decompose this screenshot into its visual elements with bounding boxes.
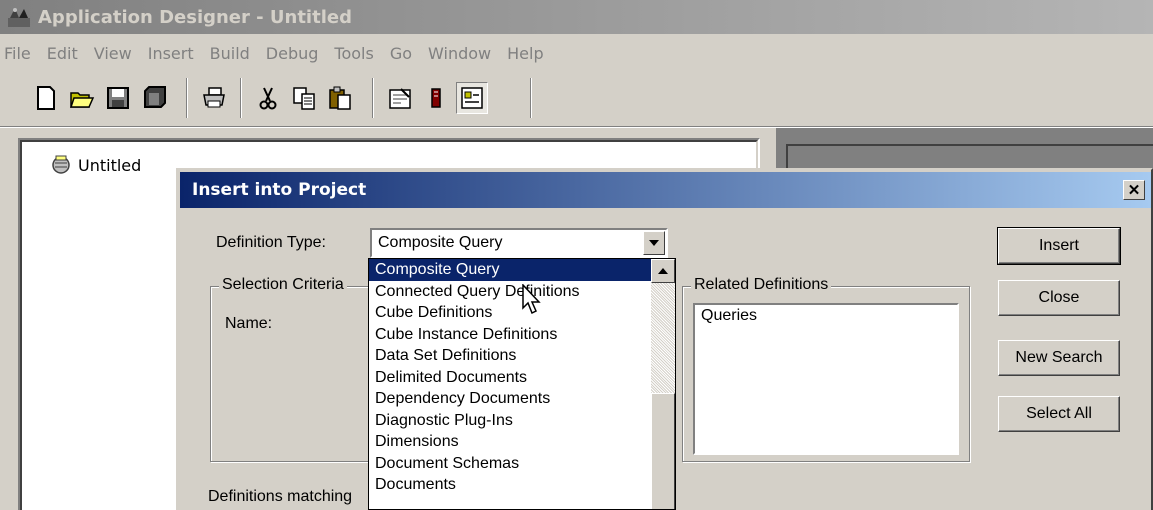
select-all-button[interactable]: Select All xyxy=(998,396,1120,432)
dialog-title-bar[interactable]: Insert into Project ✕ xyxy=(180,172,1151,208)
dropdown-item[interactable]: Dependency Documents xyxy=(369,388,651,410)
save-all-button[interactable] xyxy=(138,82,170,114)
open-button[interactable] xyxy=(66,82,98,114)
menu-tools[interactable]: Tools xyxy=(326,44,381,63)
scrollbar-thumb[interactable] xyxy=(651,393,675,509)
dropdown-item[interactable]: Data Set Definitions xyxy=(369,345,651,367)
open-icon xyxy=(69,92,95,108)
new-button[interactable] xyxy=(30,82,62,114)
dialog-close-button[interactable]: ✕ xyxy=(1123,180,1145,200)
dropdown-item[interactable]: Documents xyxy=(369,474,651,496)
application-designer-icon xyxy=(8,8,30,27)
definition-type-value: Composite Query xyxy=(378,234,503,251)
project-icon xyxy=(461,87,483,109)
window-title: Application Designer - Untitled xyxy=(38,6,352,28)
main-title-bar: Application Designer - Untitled xyxy=(0,0,1153,34)
menu-help[interactable]: Help xyxy=(499,44,551,63)
definition-type-dropdown-button[interactable] xyxy=(643,231,665,255)
menu-file[interactable]: File xyxy=(0,44,39,63)
dropdown-item[interactable]: Cube Definitions xyxy=(369,302,651,324)
paste-button[interactable] xyxy=(324,82,356,114)
cut-button[interactable] xyxy=(252,82,284,114)
compare-button[interactable] xyxy=(420,82,452,114)
related-definitions-group: Related Definitions Queries xyxy=(682,276,970,462)
project-node-icon xyxy=(52,155,70,174)
definition-type-label: Definition Type: xyxy=(216,234,326,251)
new-icon xyxy=(37,86,55,110)
scroll-up-button[interactable] xyxy=(651,259,675,283)
tree-root-label: Untitled xyxy=(78,155,142,175)
print-icon xyxy=(203,87,225,108)
chevron-up-icon xyxy=(658,268,668,274)
close-button[interactable]: Close xyxy=(998,280,1120,316)
copy-icon xyxy=(293,87,315,110)
properties-icon xyxy=(389,88,411,109)
tree-root-item[interactable]: Untitled xyxy=(50,154,141,176)
dropdown-item[interactable]: Delimited Documents xyxy=(369,367,651,389)
list-item[interactable]: Queries xyxy=(695,305,957,327)
compare-icon xyxy=(431,88,441,108)
dropdown-item[interactable]: Composite Query xyxy=(369,259,651,281)
properties-button[interactable] xyxy=(384,82,416,114)
definitions-matching-label: Definitions matching xyxy=(208,488,353,505)
toolbar xyxy=(0,72,1153,124)
menu-go[interactable]: Go xyxy=(382,44,420,63)
save-button[interactable] xyxy=(102,82,134,114)
insert-button[interactable]: Insert xyxy=(997,227,1121,265)
mouse-cursor-icon xyxy=(522,284,541,315)
selection-criteria-label: Selection Criteria xyxy=(219,276,347,294)
print-button[interactable] xyxy=(198,82,230,114)
menu-build[interactable]: Build xyxy=(202,44,258,63)
chevron-down-icon xyxy=(649,240,659,246)
menu-bar: File Edit View Insert Build Debug Tools … xyxy=(0,34,1153,72)
menu-view[interactable]: View xyxy=(86,44,140,63)
new-search-button[interactable]: New Search xyxy=(998,340,1120,376)
save-all-icon xyxy=(144,86,166,108)
dropdown-item[interactable]: Cube Instance Definitions xyxy=(369,324,651,346)
dropdown-item[interactable]: Connected Query Definitions xyxy=(369,281,651,303)
name-label: Name: xyxy=(225,315,273,332)
dropdown-item[interactable]: Dimensions xyxy=(369,431,651,453)
cut-icon xyxy=(259,87,277,110)
menu-window[interactable]: Window xyxy=(420,44,499,63)
paste-icon xyxy=(329,86,351,110)
dropdown-item[interactable]: Diagnostic Plug-Ins xyxy=(369,410,651,432)
close-icon: ✕ xyxy=(1127,181,1141,199)
dialog-title: Insert into Project xyxy=(192,180,367,200)
save-icon xyxy=(107,87,129,109)
related-definitions-list[interactable]: Queries xyxy=(693,303,959,455)
definition-type-select[interactable]: Composite Query xyxy=(370,228,668,258)
menu-debug[interactable]: Debug xyxy=(258,44,327,63)
menu-edit[interactable]: Edit xyxy=(39,44,86,63)
copy-button[interactable] xyxy=(288,82,320,114)
project-workspace-button[interactable] xyxy=(456,82,488,114)
related-definitions-label: Related Definitions xyxy=(691,276,832,294)
dropdown-item[interactable]: Document Schemas xyxy=(369,453,651,475)
menu-insert[interactable]: Insert xyxy=(140,44,202,63)
